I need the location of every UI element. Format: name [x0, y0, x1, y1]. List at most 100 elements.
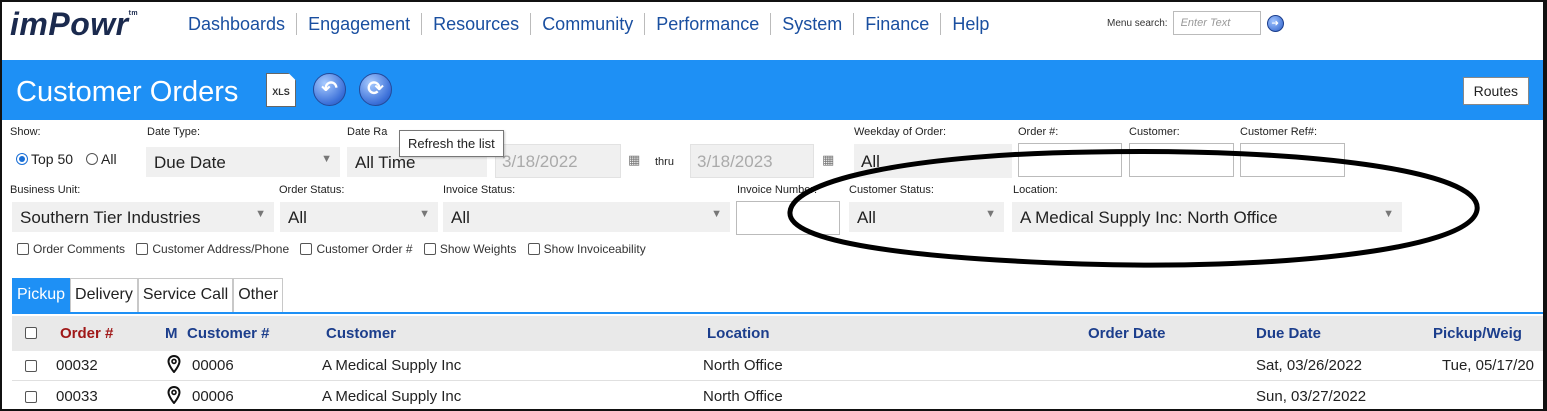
- menu-resources[interactable]: Resources: [422, 13, 532, 35]
- customer-label: Customer:: [1129, 126, 1180, 138]
- customer-cell: A Medical Supply Inc: [322, 388, 462, 405]
- customer-number-cell: 00006: [192, 388, 234, 405]
- col-due-date[interactable]: Due Date: [1256, 325, 1321, 342]
- location-select[interactable]: A Medical Supply Inc: North Office ▼: [1012, 202, 1402, 232]
- weekday-label: Weekday of Order:: [854, 126, 947, 138]
- customer-input[interactable]: [1129, 143, 1234, 177]
- tab-other[interactable]: Other: [233, 278, 284, 313]
- menu-search-label: Menu search:: [1107, 17, 1168, 29]
- menu-engagement[interactable]: Engagement: [297, 13, 423, 35]
- show-invoiceability-checkbox[interactable]: Show Invoiceability: [527, 242, 646, 256]
- date-to-input[interactable]: 3/18/2023: [690, 144, 814, 178]
- invoice-number-label: Invoice Number:: [737, 184, 818, 196]
- chevron-down-icon: ▼: [321, 153, 332, 165]
- checkbox-icon[interactable]: [527, 243, 540, 255]
- col-customer-number[interactable]: Customer #: [187, 325, 270, 342]
- customer-ref-input[interactable]: [1240, 143, 1345, 177]
- calendar-icon[interactable]: ▦: [822, 152, 834, 168]
- title-bar: Customer Orders XLS ↶ ⟳ Routes: [2, 60, 1543, 120]
- customer-ref-label: Customer Ref#:: [1240, 126, 1318, 138]
- order-status-label: Order Status:: [279, 184, 345, 196]
- tab-pickup[interactable]: Pickup: [12, 278, 71, 313]
- menu-dashboards[interactable]: Dashboards: [188, 13, 298, 35]
- menu-search-input[interactable]: Enter Text: [1172, 11, 1261, 35]
- customer-number-cell: 00006: [192, 357, 234, 374]
- tab-delivery[interactable]: Delivery: [70, 278, 138, 313]
- col-order-date[interactable]: Order Date: [1088, 325, 1166, 342]
- customer-status-label: Customer Status:: [849, 184, 934, 196]
- col-location[interactable]: Location: [707, 325, 770, 342]
- show-weights-checkbox[interactable]: Show Weights: [423, 242, 516, 256]
- option-checkboxes: Order Comments Customer Address/Phone Cu…: [17, 242, 654, 256]
- tab-service-call[interactable]: Service Call: [137, 278, 234, 313]
- radio-unchecked-icon[interactable]: [86, 153, 98, 165]
- menu-community[interactable]: Community: [531, 13, 646, 35]
- date-type-label: Date Type:: [147, 126, 200, 138]
- col-m[interactable]: M: [165, 325, 178, 342]
- customer-order-checkbox[interactable]: Customer Order #: [300, 242, 413, 256]
- order-comments-checkbox[interactable]: Order Comments: [17, 242, 125, 256]
- thru-label: thru: [655, 156, 674, 168]
- date-from-input[interactable]: 3/18/2022: [495, 144, 621, 178]
- checkbox-icon[interactable]: [136, 243, 149, 255]
- order-number-label: Order #:: [1018, 126, 1059, 138]
- top-menu-bar: imPowrtm Dashboards Engagement Resources…: [2, 2, 1543, 46]
- menu-system[interactable]: System: [771, 13, 855, 35]
- order-number-cell[interactable]: 00033: [56, 388, 98, 405]
- col-pickup-weight[interactable]: Pickup/Weig: [1433, 325, 1522, 342]
- refresh-tooltip: Refresh the list: [399, 130, 504, 157]
- chevron-down-icon: ▼: [711, 208, 722, 220]
- col-customer[interactable]: Customer: [326, 325, 396, 342]
- app-logo[interactable]: imPowrtm: [10, 6, 138, 43]
- order-status-select[interactable]: All ▼: [280, 202, 438, 232]
- menu-performance[interactable]: Performance: [645, 13, 772, 35]
- xls-export-icon[interactable]: XLS: [266, 73, 296, 107]
- date-type-select[interactable]: Due Date ▼: [146, 147, 340, 177]
- business-unit-select[interactable]: Southern Tier Industries ▼: [12, 202, 274, 232]
- due-date-cell: Sat, 03/26/2022: [1256, 357, 1362, 374]
- customer-address-checkbox[interactable]: Customer Address/Phone: [136, 242, 289, 256]
- invoice-number-input[interactable]: [736, 201, 840, 235]
- show-top50-option[interactable]: Top 50: [16, 151, 73, 167]
- main-menu: Dashboards Engagement Resources Communit…: [188, 13, 1000, 35]
- radio-checked-icon[interactable]: [16, 153, 28, 165]
- checkbox-icon[interactable]: [17, 243, 29, 255]
- chevron-down-icon: ▼: [985, 208, 996, 220]
- checkbox-icon[interactable]: [423, 243, 436, 255]
- location-label: Location:: [1013, 184, 1058, 196]
- weekday-select[interactable]: All: [854, 144, 1012, 178]
- menu-help[interactable]: Help: [941, 13, 1000, 35]
- routes-button[interactable]: Routes: [1462, 77, 1529, 105]
- map-pin-icon[interactable]: [167, 386, 181, 404]
- checkbox-icon[interactable]: [300, 243, 313, 255]
- invoice-status-select[interactable]: All ▼: [443, 202, 730, 232]
- show-all-option[interactable]: All: [86, 151, 117, 167]
- refresh-icon[interactable]: ⟳: [359, 73, 392, 106]
- date-range-label: Date Ra: [347, 126, 388, 138]
- table-row[interactable]: 00032 00006 A Medical Supply Inc North O…: [12, 351, 1543, 381]
- due-date-cell: Sun, 03/27/2022: [1256, 388, 1367, 405]
- chevron-down-icon: ▼: [255, 208, 266, 220]
- map-pin-icon[interactable]: [167, 355, 181, 373]
- location-cell: North Office: [703, 357, 783, 374]
- menu-search: Menu search: Enter Text ➜: [1107, 11, 1284, 35]
- chevron-down-icon: ▼: [1383, 208, 1394, 220]
- row-checkbox[interactable]: [25, 391, 37, 403]
- order-number-cell[interactable]: 00032: [56, 357, 98, 374]
- menu-finance[interactable]: Finance: [854, 13, 942, 35]
- table-row[interactable]: 00033 00006 A Medical Supply Inc North O…: [12, 382, 1543, 409]
- customer-status-select[interactable]: All ▼: [849, 202, 1004, 232]
- order-number-input[interactable]: [1018, 143, 1122, 177]
- select-all-checkbox[interactable]: [25, 327, 37, 339]
- row-checkbox[interactable]: [25, 360, 37, 372]
- business-unit-label: Business Unit:: [10, 184, 81, 196]
- pickup-date-cell: Tue, 05/17/20: [1442, 357, 1535, 374]
- menu-search-go-icon[interactable]: ➜: [1266, 14, 1284, 32]
- back-icon[interactable]: ↶: [313, 73, 346, 106]
- show-label: Show:: [10, 126, 41, 138]
- order-type-tabs: Pickup Delivery Service Call Other: [12, 278, 284, 313]
- calendar-icon[interactable]: ▦: [628, 152, 640, 168]
- col-order-number[interactable]: Order #: [60, 325, 113, 342]
- chevron-down-icon: ▼: [419, 208, 430, 220]
- tab-underline: [12, 312, 1543, 314]
